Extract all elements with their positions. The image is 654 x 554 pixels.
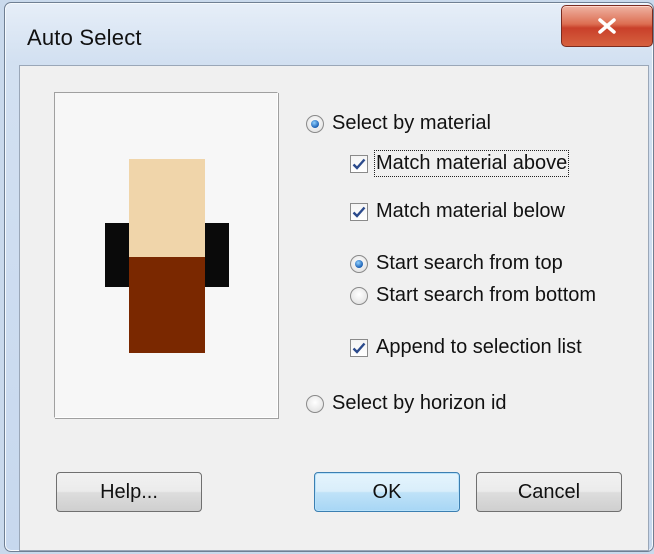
match-material-above-label: Match material above: [373, 150, 570, 177]
start-search-from-top-label: Start search from top: [376, 252, 563, 274]
ok-button[interactable]: OK: [314, 472, 460, 512]
checkmark-icon: [350, 338, 368, 357]
radio-unselected-icon: [306, 394, 324, 413]
start-search-from-top-radio[interactable]: Start search from top: [350, 252, 563, 275]
material-below-block: [129, 257, 205, 353]
radio-selected-icon: [350, 254, 368, 273]
start-search-from-bottom-radio[interactable]: Start search from bottom: [350, 284, 596, 307]
match-material-below-checkbox[interactable]: Match material below: [350, 200, 565, 223]
radio-unselected-icon: [350, 286, 368, 305]
start-search-from-bottom-label: Start search from bottom: [376, 284, 597, 306]
cancel-button-label: Cancel: [517, 480, 581, 503]
match-material-below-label: Match material below: [376, 200, 565, 222]
append-to-selection-list-label: Append to selection list: [376, 336, 582, 358]
checkmark-icon: [350, 154, 368, 173]
close-icon: [598, 18, 616, 34]
cancel-button[interactable]: Cancel: [476, 472, 622, 512]
horizon-marker-right: [205, 223, 229, 287]
dialog-title: Auto Select: [27, 25, 142, 50]
select-by-material-radio[interactable]: Select by material: [306, 112, 491, 135]
dialog-body: Select by material Match material above …: [19, 65, 649, 551]
match-material-above-checkbox[interactable]: Match material above: [350, 150, 570, 177]
select-by-horizon-id-radio[interactable]: Select by horizon id: [306, 392, 507, 415]
select-by-material-label: Select by material: [332, 112, 491, 134]
material-above-block: [129, 159, 205, 257]
material-preview: [54, 92, 278, 418]
close-button[interactable]: [561, 5, 653, 47]
horizon-marker-left: [105, 223, 129, 287]
select-by-horizon-id-label: Select by horizon id: [332, 392, 507, 414]
checkmark-icon: [350, 202, 368, 221]
help-button-label: Help...: [100, 480, 158, 503]
radio-selected-icon: [306, 114, 324, 133]
help-button[interactable]: Help...: [56, 472, 202, 512]
append-to-selection-list-checkbox[interactable]: Append to selection list: [350, 336, 582, 359]
auto-select-dialog: Auto Select Select by material Match mat…: [4, 2, 654, 552]
ok-button-label: OK: [372, 480, 402, 503]
